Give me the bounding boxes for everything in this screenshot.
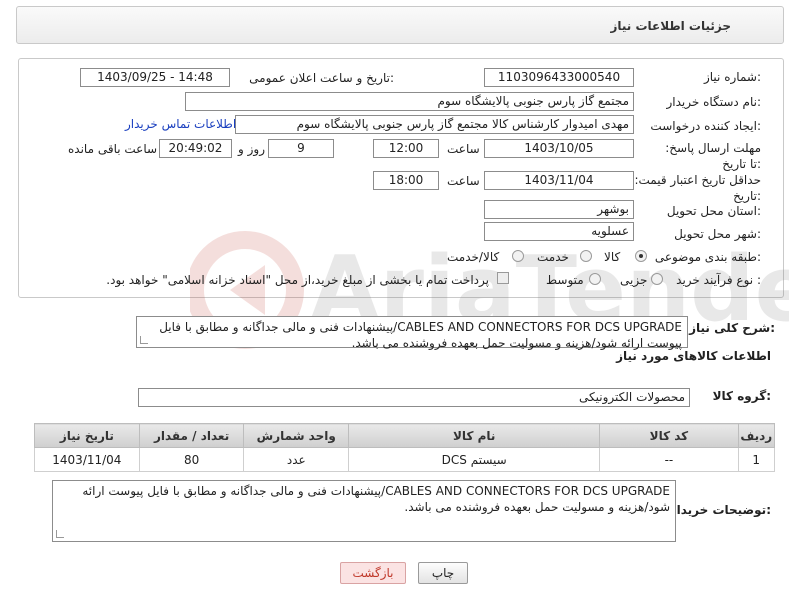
category-radio-goods[interactable] xyxy=(635,250,647,262)
buyer-notes-label: توضیحات خریدار: xyxy=(669,503,771,517)
cell-row: 1 xyxy=(737,447,775,472)
col-qty: تعداد / مقدار xyxy=(138,423,245,448)
process-option-medium: متوسط xyxy=(546,273,584,287)
category-option-service: خدمت xyxy=(537,250,569,264)
summary-textarea[interactable]: CABLES AND CONNECTORS FOR DCS UPGRADE/پی… xyxy=(136,316,688,350)
days-count-field: 9 xyxy=(268,139,334,158)
validity-date-field: 1403/11/04 xyxy=(484,171,634,190)
need-number-field: 1103096433000540 xyxy=(484,68,634,87)
buyer-notes-textarea[interactable]: CABLES AND CONNECTORS FOR DCS UPGRADE/پی… xyxy=(52,480,676,542)
buyer-org-label: نام دستگاه خریدار: xyxy=(666,95,762,109)
summary-label: شرح کلی نیاز: xyxy=(689,321,775,335)
province-label: استان محل تحویل: xyxy=(666,204,761,218)
reply-time-field: 12:00 xyxy=(373,139,439,158)
table-header-row: ردیف کد کالا نام کالا واحد شمارش تعداد /… xyxy=(34,423,775,448)
back-button[interactable]: بازگشت xyxy=(340,562,406,584)
treasury-payment-checkbox[interactable] xyxy=(497,272,509,284)
category-radio-service[interactable] xyxy=(580,250,592,262)
creator-label: ایجاد کننده درخواست: xyxy=(650,119,761,133)
category-radio-goods-service[interactable] xyxy=(512,250,524,262)
buyer-contact-link[interactable]: اطلاعات تماس خریدار xyxy=(125,117,236,131)
goods-group-label: گروه کالا: xyxy=(712,389,771,403)
goods-group-field: محصولات الکترونیکی xyxy=(138,388,690,407)
print-button[interactable]: چاپ xyxy=(418,562,468,584)
announce-label: تاریخ و ساعت اعلان عمومی: xyxy=(249,71,394,85)
process-radio-medium[interactable] xyxy=(589,273,601,285)
category-option-goods-service: کالا/خدمت xyxy=(447,250,500,264)
process-radio-minor[interactable] xyxy=(651,273,663,285)
col-unit: واحد شمارش xyxy=(243,423,350,448)
cell-name: سیستم DCS xyxy=(348,447,601,472)
validity-time-label: ساعت xyxy=(447,174,480,188)
city-label: شهر محل تحویل: xyxy=(674,227,761,241)
reply-time-label: ساعت xyxy=(447,142,480,156)
goods-table: ردیف کد کالا نام کالا واحد شمارش تعداد /… xyxy=(34,423,775,472)
resize-grip-icon[interactable] xyxy=(56,530,64,538)
validity-label: حداقل تاریخ اعتبار قیمت: تا تاریخ: xyxy=(623,173,761,203)
table-row: 1 -- سیستم DCS عدد 80 1403/11/04 xyxy=(34,447,775,472)
process-label: نوع فرآیند خرید : xyxy=(676,273,761,287)
category-option-goods: کالا xyxy=(604,250,621,264)
cell-unit: عدد xyxy=(243,447,350,472)
cell-qty: 80 xyxy=(138,447,245,472)
reply-deadline-label: مهلت ارسال پاسخ: تا تاریخ: xyxy=(665,141,761,171)
col-code: کد کالا xyxy=(599,423,739,448)
reply-date-field: 1403/10/05 xyxy=(484,139,634,158)
col-name: نام کالا xyxy=(348,423,601,448)
days-label: روز و xyxy=(238,142,265,156)
category-label: طبقه بندی موضوعی: xyxy=(654,250,761,264)
col-date: تاریخ نیاز xyxy=(34,423,140,448)
cell-date: 1403/11/04 xyxy=(34,447,140,472)
remaining-time-field: 20:49:02 xyxy=(159,139,232,158)
page-title: جزئیات اطلاعات نیاز xyxy=(610,19,731,33)
treasury-payment-note: پرداخت تمام یا بخشی از مبلغ خرید،از محل … xyxy=(106,273,489,287)
validity-time-field: 18:00 xyxy=(373,171,439,190)
resize-grip-icon[interactable] xyxy=(140,336,148,344)
province-field: بوشهر xyxy=(484,200,634,219)
buyer-notes-text: CABLES AND CONNECTORS FOR DCS UPGRADE/پی… xyxy=(82,484,670,514)
buyer-org-field: مجتمع گاز پارس جنوبی پالایشگاه سوم xyxy=(185,92,634,111)
col-row: ردیف xyxy=(737,423,775,448)
process-option-minor: جزیی xyxy=(620,273,648,287)
page-header: جزئیات اطلاعات نیاز xyxy=(16,6,784,44)
announce-datetime-field: 1403/09/25 - 14:48 xyxy=(80,68,230,87)
need-number-label: شماره نیاز: xyxy=(703,70,761,84)
goods-section-title: اطلاعات کالاهای مورد نیاز xyxy=(616,349,771,363)
remaining-label: ساعت باقی مانده xyxy=(68,142,158,156)
city-field: عسلویه xyxy=(484,222,634,241)
creator-field: مهدی امیدوار کارشناس کالا مجتمع گاز پارس… xyxy=(235,115,634,134)
summary-text: CABLES AND CONNECTORS FOR DCS UPGRADE/پی… xyxy=(159,320,682,350)
cell-code: -- xyxy=(599,447,739,472)
